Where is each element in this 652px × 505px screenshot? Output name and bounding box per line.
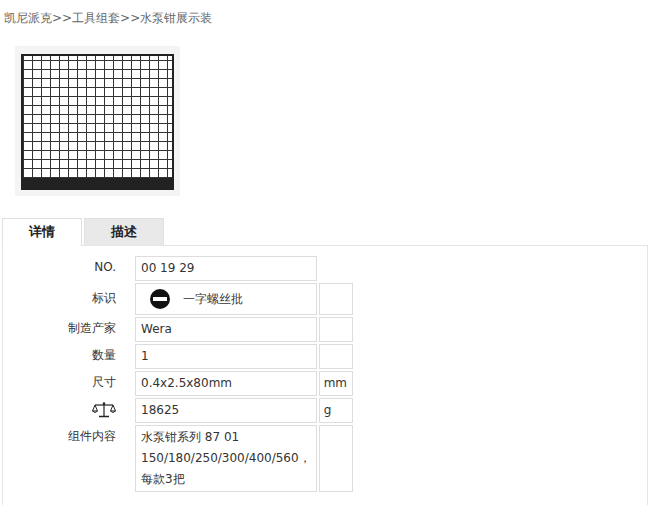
spec-row: 制造产家Wera (5, 317, 353, 342)
spec-value: 1 (135, 344, 317, 369)
scale-icon (92, 401, 116, 419)
spec-unit: mm (319, 371, 353, 396)
details-panel: NO.00 19 29标识一字螺丝批制造产家Wera数量1尺寸0.4x2.5x8… (2, 245, 648, 505)
spec-label: 数量 (5, 344, 133, 369)
spec-value: 00 19 29 (135, 256, 317, 281)
spec-label: 组件内容 (5, 425, 133, 492)
tab[interactable]: 详情 (2, 218, 82, 246)
product-photo (15, 46, 180, 196)
spec-value: 18625 (135, 398, 317, 423)
spec-unit (319, 425, 353, 492)
spec-value: 0.4x2.5x80mm (135, 371, 317, 396)
tab[interactable]: 描述 (84, 218, 164, 245)
breadcrumb-item[interactable]: 凯尼派克 (4, 10, 52, 26)
slotted-screwdriver-icon (149, 288, 171, 310)
spec-unit: g (319, 398, 353, 423)
breadcrumb-separator: >> (52, 10, 72, 26)
breadcrumb-item[interactable]: 工具组套 (72, 10, 120, 26)
spec-row: 18625g (5, 398, 353, 423)
spec-value: 一字螺丝批 (135, 283, 317, 315)
breadcrumb-item[interactable]: 水泵钳展示装 (140, 10, 212, 26)
spec-row: 数量1 (5, 344, 353, 369)
spec-unit (319, 317, 353, 342)
spec-row: 组件内容水泵钳系列 87 01 150/180/250/300/400/560，… (5, 425, 353, 492)
spec-value: Wera (135, 317, 317, 342)
spec-unit (319, 283, 353, 315)
tab-bar: 详情描述 (2, 218, 652, 245)
spec-row: 尺寸0.4x2.5x80mmmm (5, 371, 353, 396)
spec-label: 制造产家 (5, 317, 133, 342)
spec-row: NO.00 19 29 (5, 256, 353, 281)
spec-label (5, 398, 133, 423)
spec-row: 标识一字螺丝批 (5, 283, 353, 315)
spec-unit (319, 344, 353, 369)
breadcrumb: 凯尼派克>>工具组套>>水泵钳展示装 (0, 0, 652, 26)
product-page: 凯尼派克>>工具组套>>水泵钳展示装详情描述NO.00 19 29标识一字螺丝批… (0, 0, 652, 505)
spec-table: NO.00 19 29标识一字螺丝批制造产家Wera数量1尺寸0.4x2.5x8… (3, 254, 355, 494)
spec-label: NO. (5, 256, 133, 281)
breadcrumb-separator: >> (120, 10, 140, 26)
spec-label: 尺寸 (5, 371, 133, 396)
spec-value: 水泵钳系列 87 01 150/180/250/300/400/560，每款3把 (135, 425, 317, 492)
spec-label: 标识 (5, 283, 133, 315)
